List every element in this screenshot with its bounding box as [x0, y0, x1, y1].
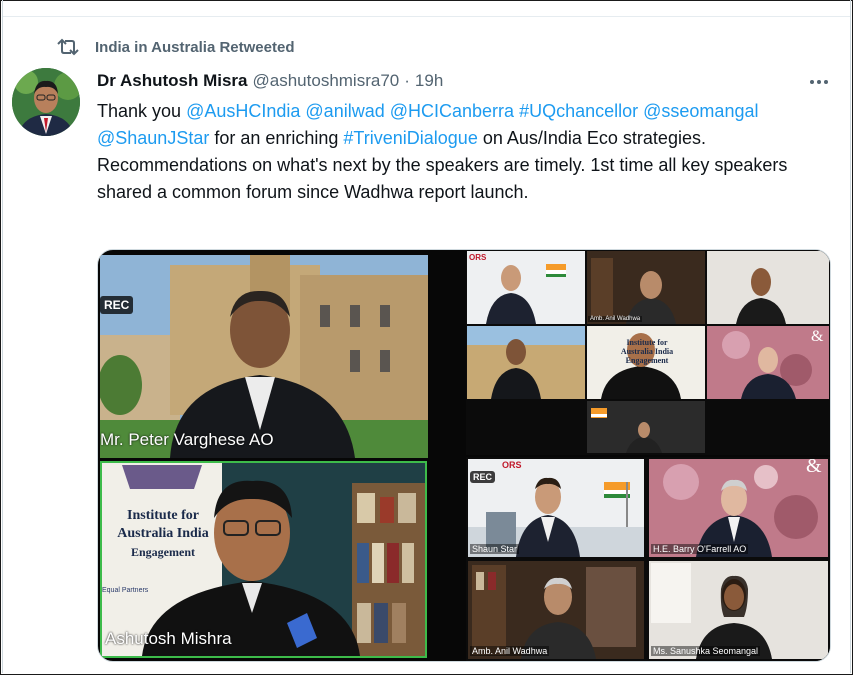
participant-name: Ashutosh Mishra — [105, 629, 232, 648]
video-tile-gallery-view[interactable]: ORS Institute for Australia India Engage… — [466, 250, 830, 455]
ampersand-mark: & — [811, 328, 824, 345]
participant-name: Mr. Peter Varghese AO — [100, 430, 274, 449]
participant-name-small: Ms. Sanushka Seomangal — [651, 646, 761, 656]
mention-link[interactable]: @anilwad — [305, 101, 384, 121]
banner-line: Institute for — [626, 338, 668, 347]
ors-logo: ORS — [502, 460, 522, 470]
institute-banner: Institute for Australia India Engagement — [104, 507, 222, 561]
video-tile-speaker-grid[interactable]: REC ORS & Shaun Star H.E. Barry O'Farrel… — [466, 457, 830, 661]
rec-indicator: REC — [100, 296, 134, 314]
mention-link[interactable]: @AusHCIndia — [186, 101, 300, 121]
author-name[interactable]: Dr Ashutosh Misra — [97, 71, 248, 91]
retweet-icon — [57, 38, 79, 56]
participant-name-small: Shaun Star — [470, 544, 520, 554]
tweet-media-grid[interactable]: REC Mr. Peter Varghese AO Institute for … — [97, 249, 831, 662]
avatar[interactable] — [12, 68, 80, 136]
banner-line: Australia India — [117, 526, 209, 541]
ors-logo: ORS — [469, 253, 487, 262]
video-tile-peter-varghese[interactable]: REC Mr. Peter Varghese AO — [100, 255, 428, 458]
tweet-text: Thank you @AusHCIndia @anilwad @HCICanbe… — [97, 98, 837, 206]
hashtag-link[interactable]: #UQchancellor — [519, 101, 638, 121]
video-tile-ashutosh-mishra[interactable]: Institute for Australia India Engagement… — [100, 461, 427, 658]
retweet-context[interactable]: India in Australia Retweeted — [55, 36, 295, 58]
separator-dot: · — [404, 71, 410, 90]
banner-footer: Equal Partners — [102, 587, 149, 594]
mention-link[interactable]: @ShaunJStar — [97, 128, 209, 148]
institute-banner-small: Institute for Australia India Engagement — [588, 338, 706, 365]
participant-name-small: Amb. Anil Wadhwa — [470, 646, 550, 656]
video-frame-image — [100, 255, 428, 458]
retweet-label[interactable]: India in Australia Retweeted — [95, 39, 295, 56]
tweet-text-segment: Thank you — [97, 101, 187, 121]
hashtag-link[interactable]: #TriveniDialogue — [343, 128, 477, 148]
participant-name-small: H.E. Barry O'Farrell AO — [651, 544, 749, 554]
banner-line: Engagement — [625, 356, 669, 365]
banner-line: Institute for — [127, 508, 199, 523]
tweet-timestamp[interactable]: 19h — [415, 71, 443, 91]
tweet-header: Dr Ashutosh Misra @ashutoshmisra70 · 19h — [97, 68, 443, 94]
avatar-image — [12, 68, 80, 136]
author-handle[interactable]: @ashutoshmisra70 — [253, 71, 400, 91]
mention-link[interactable]: @sseomangal — [643, 101, 758, 121]
banner-line: Australia India — [620, 347, 674, 356]
tweet-text-segment: for an enriching — [209, 128, 344, 148]
speaker-grid-image — [468, 459, 828, 659]
ampersand-mark: & — [806, 457, 822, 477]
more-options-icon[interactable] — [806, 72, 832, 92]
participant-name-small: Amb. Anil Wadhwa — [588, 316, 643, 322]
rec-indicator: REC — [470, 471, 496, 483]
banner-line: Engagement — [131, 545, 195, 559]
top-divider — [3, 16, 850, 17]
mention-link[interactable]: @HCICanberra — [390, 101, 514, 121]
